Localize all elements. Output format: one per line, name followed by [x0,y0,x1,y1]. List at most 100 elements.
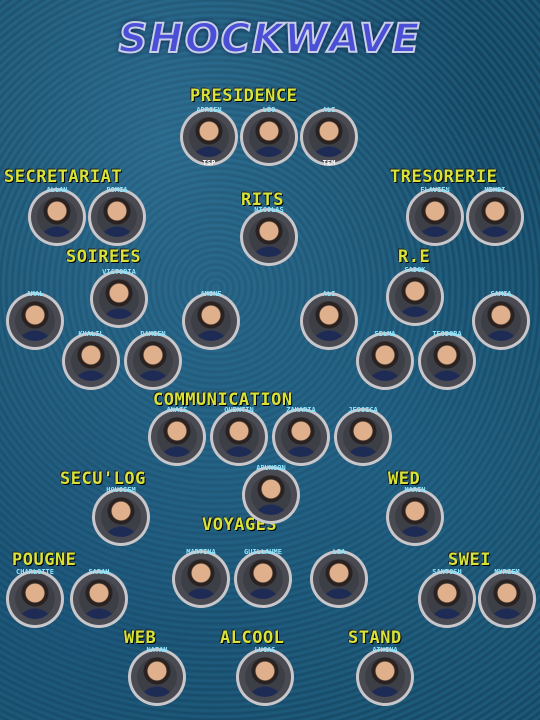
member-name: LÉO [262,106,276,114]
member-photo [427,341,467,381]
member-photo [79,579,119,619]
member-badge: SELMA [356,330,414,390]
member-badge: SARAH [70,568,128,628]
member-name: JESSICA [348,406,378,414]
member-photo [415,197,455,237]
member-name: ALI [322,290,336,298]
member-sub: TSP [202,159,216,167]
member-badge: HOUSSEM [92,486,150,546]
member-name: KHALIL [78,330,104,338]
member-badge: VICTORIA [90,268,148,328]
member-badge: NICOLAS [240,206,298,266]
group-swei: SWEI [448,550,491,570]
member-photo [309,117,349,157]
member-badge: TEODORA [418,330,476,390]
member-name: ATHINA [372,646,398,654]
member-badge: SADOK [386,266,444,326]
group-soirees: SOIREES [66,247,142,267]
member-badge: ZAKARIA [272,406,330,466]
member-badge: CHARLOTTE [6,568,64,628]
member-name: QUENTIN [224,406,254,414]
member-photo [395,497,435,537]
group-re: R.E [398,247,431,267]
member-badge: LEA [310,548,368,608]
member-name: ARUNSON [256,464,286,472]
member-badge: MARIN [386,486,444,546]
member-badge: ALI [300,290,358,350]
member-photo [343,417,383,457]
member-name: ALLAN [46,186,68,194]
member-badge: MARTINA [172,548,230,608]
member-photo [37,197,77,237]
member-name: ADRIEN [196,106,222,114]
member-name: SANTOSH [432,568,462,576]
member-badge: KHALIL [62,330,120,390]
member-badge: ANAIS [148,406,206,466]
member-name: ALI [322,106,336,114]
member-name: ANAIS [166,406,188,414]
member-name: SARAH [88,568,110,576]
member-name: NATAN [146,646,168,654]
member-photo [365,341,405,381]
member-photo [97,197,137,237]
member-badge: GUILLAUME [234,548,292,608]
member-name: HOUSSEM [106,486,136,494]
member-badge: LÉO [240,106,298,166]
member-badge: ROMIA [88,186,146,246]
member-badge: ALLAN [28,186,86,246]
group-presidence: PRESIDENCE [190,86,298,106]
member-badge: FLAVIEN [406,186,464,246]
member-badge: JESSICA [334,406,392,466]
member-name: ZAKARIA [286,406,316,414]
member-name: NICOLAS [254,206,284,214]
member-badge: ATHINA [356,646,414,706]
member-photo [249,217,289,257]
member-photo [475,197,515,237]
member-name: AMINE [200,290,222,298]
member-photo [71,341,111,381]
member-badge: AMINE [182,290,240,350]
member-photo [243,559,283,599]
member-badge: ADRIEN TSP [180,106,238,167]
member-photo [481,301,521,341]
member-badge: LUCAS [236,646,294,706]
member-photo [309,301,349,341]
member-photo [133,341,173,381]
member-photo [181,559,221,599]
member-badge: MEHDI [466,186,524,246]
member-name: LUCAS [254,646,276,654]
member-photo [191,301,231,341]
member-photo [101,497,141,537]
member-photo [281,417,321,457]
group-tresorerie: TRESORERIE [390,167,498,187]
member-badge: DAMIEN [124,330,182,390]
member-photo [219,417,259,457]
member-name: AMAL [26,290,44,298]
member-name: MYRIEM [494,568,520,576]
member-name: LEA [332,548,346,556]
member-name: MEHDI [484,186,506,194]
member-photo [157,417,197,457]
member-badge: MYRIEM [478,568,536,628]
member-photo [15,301,55,341]
member-badge: SAMIA [472,290,530,350]
group-secretariat: SECRETARIAT [4,167,123,187]
page-title: SHOCKWAVE [118,15,422,63]
group-stand: STAND [348,628,402,648]
member-photo [99,279,139,319]
member-name: SAMIA [490,290,512,298]
member-photo [189,117,229,157]
member-name: FLAVIEN [420,186,450,194]
group-web: WEB [124,628,157,648]
member-photo [249,117,289,157]
member-badge: AMAL [6,290,64,350]
member-badge: SANTOSH [418,568,476,628]
member-photo [427,579,467,619]
group-pougne: POUGNE [12,550,77,570]
member-name: MARTINA [186,548,216,556]
member-photo [245,657,285,697]
member-photo [15,579,55,619]
member-photo [395,277,435,317]
member-badge: NATAN [128,646,186,706]
member-photo [365,657,405,697]
